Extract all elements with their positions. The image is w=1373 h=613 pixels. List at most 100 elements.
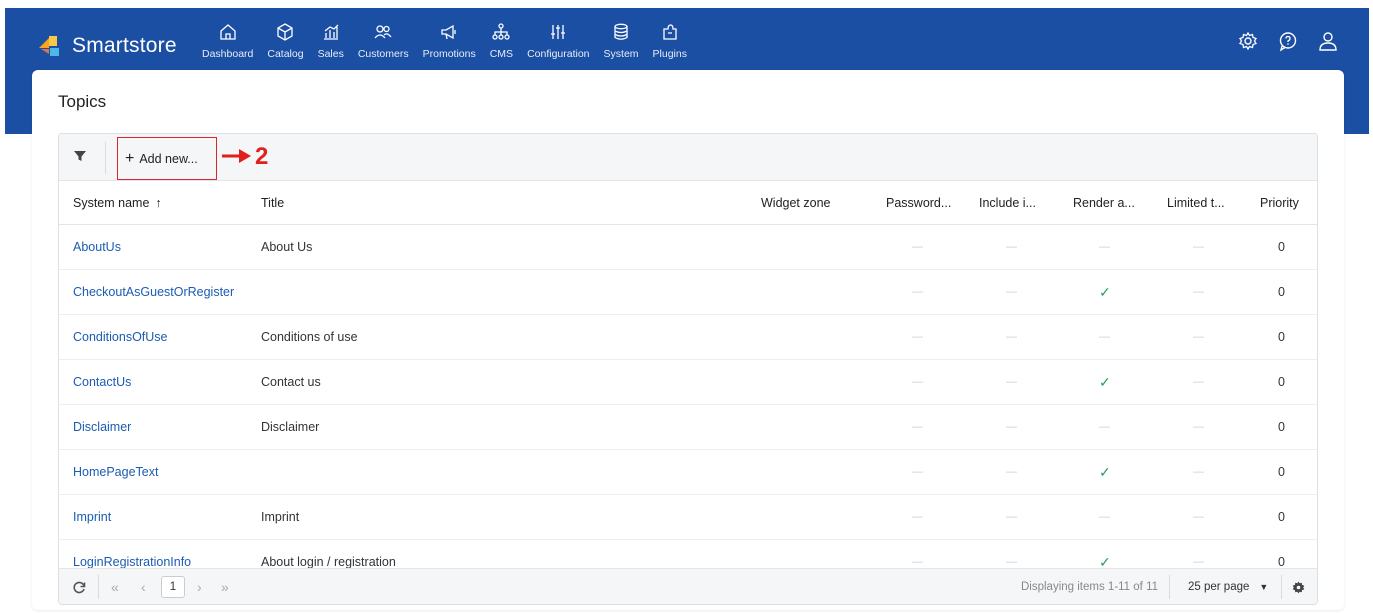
system-name-link[interactable]: CheckoutAsGuestOrRegister: [73, 270, 234, 314]
nav-configuration[interactable]: Configuration: [520, 22, 596, 60]
system-name-link[interactable]: Imprint: [73, 495, 111, 539]
sliders-icon: [551, 25, 566, 39]
col-system-name-label: System name: [73, 195, 150, 210]
col-include[interactable]: Include i...: [979, 181, 1036, 224]
grid-toolbar: + Add new... 2: [59, 134, 1317, 181]
priority-cell: 0: [1278, 285, 1285, 299]
system-name-link[interactable]: HomePageText: [73, 450, 158, 494]
priority-cell: 0: [1278, 465, 1285, 479]
per-page-select[interactable]: 25 per page ▼: [1188, 569, 1268, 604]
nav-promotions[interactable]: Promotions: [416, 22, 483, 60]
current-page: 1: [161, 576, 185, 598]
nav-dashboard[interactable]: Dashboard: [195, 22, 260, 60]
limited-cell: —: [1193, 511, 1204, 523]
include-cell: —: [1006, 466, 1017, 478]
brand-logo[interactable]: Smartstore: [37, 34, 177, 58]
title-cell: Imprint: [261, 510, 300, 524]
system-name-link[interactable]: ConditionsOfUse: [73, 315, 168, 359]
priority-cell: 0: [1278, 240, 1285, 254]
user-icon[interactable]: [1317, 30, 1339, 52]
include-cell: —: [1006, 331, 1017, 343]
col-title[interactable]: Title: [261, 181, 284, 224]
render-cell: —: [1099, 421, 1110, 433]
col-priority[interactable]: Priority: [1260, 181, 1299, 224]
nav-system[interactable]: System: [597, 22, 646, 60]
nav-label: Customers: [357, 48, 409, 60]
nav-catalog[interactable]: Catalog: [260, 22, 310, 60]
limited-cell: —: [1193, 376, 1204, 388]
add-new-button[interactable]: + Add new...: [117, 137, 217, 180]
render-check-icon: ✓: [1099, 463, 1111, 480]
render-check-icon: ✓: [1099, 373, 1111, 390]
limited-cell: —: [1193, 331, 1204, 343]
password-cell: —: [912, 241, 923, 253]
priority-cell: 0: [1278, 420, 1285, 434]
annotation-arrow-icon: [222, 149, 251, 163]
include-cell: —: [1006, 286, 1017, 298]
password-cell: —: [912, 421, 923, 433]
system-name-link[interactable]: AboutUs: [73, 225, 121, 269]
system-name-link[interactable]: Disclaimer: [73, 405, 131, 449]
system-name-link[interactable]: ContactUs: [73, 360, 131, 404]
nav-cms[interactable]: CMS: [483, 22, 520, 60]
table-row[interactable]: HomePageText — — ✓ — 0: [59, 450, 1317, 495]
table-row[interactable]: Disclaimer Disclaimer — — — — 0: [59, 405, 1317, 450]
nav-customers[interactable]: Customers: [351, 22, 416, 60]
first-page-icon[interactable]: «: [111, 569, 119, 604]
last-page-icon[interactable]: »: [221, 569, 229, 604]
next-page-icon[interactable]: ›: [197, 569, 202, 604]
include-cell: —: [1006, 241, 1017, 253]
table-row[interactable]: CheckoutAsGuestOrRegister — — ✓ — 0: [59, 270, 1317, 315]
help-chat-icon[interactable]: [1277, 30, 1299, 52]
plus-icon: +: [125, 149, 135, 167]
header-actions: [1237, 30, 1339, 52]
limited-cell: —: [1193, 241, 1204, 253]
priority-cell: 0: [1278, 510, 1285, 524]
table-header: System name ↑ Title Widget zone Password.…: [59, 181, 1317, 225]
sitemap-icon: [492, 23, 511, 40]
grid-settings-icon[interactable]: [1292, 569, 1305, 604]
nav-plugins[interactable]: Plugins: [646, 22, 694, 60]
include-cell: —: [1006, 511, 1017, 523]
table-row[interactable]: ConditionsOfUse Conditions of use — — — — 0: [59, 315, 1317, 360]
pager-divider: [98, 575, 99, 599]
title-cell: Contact us: [261, 375, 321, 389]
col-widget-zone[interactable]: Widget zone: [761, 181, 830, 224]
table-body: AboutUs About Us — — — —0 CheckoutAsGuestOrReg…: [59, 225, 1317, 585]
people-icon: [374, 25, 392, 39]
password-cell: —: [912, 511, 923, 523]
nav-label: Dashboard: [202, 48, 254, 60]
render-cell: —: [1099, 331, 1110, 343]
nav-sales[interactable]: Sales: [311, 22, 351, 60]
table-row[interactable]: ContactUs Contact us — — ✓ — 0: [59, 360, 1317, 405]
priority-cell: 0: [1278, 375, 1285, 389]
refresh-icon[interactable]: [73, 569, 86, 604]
megaphone-icon: [441, 24, 456, 40]
content-card: Topics + Add new... 2 System name ↑ Title…: [32, 70, 1344, 610]
pager-divider: [1281, 575, 1282, 599]
table-row[interactable]: AboutUs About Us — — — — 0: [59, 225, 1317, 270]
sort-up-icon: ↑: [155, 195, 162, 210]
page-title: Topics: [58, 92, 107, 111]
col-system-name[interactable]: System name ↑: [73, 181, 162, 224]
page-number[interactable]: 1: [161, 569, 185, 604]
limited-cell: —: [1193, 466, 1204, 478]
title-cell: Conditions of use: [261, 330, 358, 344]
filter-icon[interactable]: [73, 149, 87, 163]
prev-page-icon[interactable]: ‹: [141, 569, 146, 604]
cube-icon: [277, 23, 294, 41]
limited-cell: —: [1193, 286, 1204, 298]
table-row[interactable]: Imprint Imprint — — — — 0: [59, 495, 1317, 540]
chart-bar-icon: [323, 24, 339, 40]
col-password[interactable]: Password...: [886, 181, 951, 224]
col-limited[interactable]: Limited t...: [1167, 181, 1225, 224]
gear-icon[interactable]: [1237, 30, 1259, 52]
render-cell: —: [1099, 511, 1110, 523]
grid-pager: « ‹ 1 › » Displaying items 1-11 of 11 25…: [59, 568, 1317, 604]
nav-label: Catalog: [267, 48, 304, 60]
smartstore-logo-icon: [39, 36, 59, 56]
topics-grid: + Add new... 2 System name ↑ Title Widget…: [58, 133, 1318, 605]
col-render[interactable]: Render a...: [1073, 181, 1135, 224]
render-cell: —: [1099, 241, 1110, 253]
annotation-number: 2: [255, 143, 269, 170]
